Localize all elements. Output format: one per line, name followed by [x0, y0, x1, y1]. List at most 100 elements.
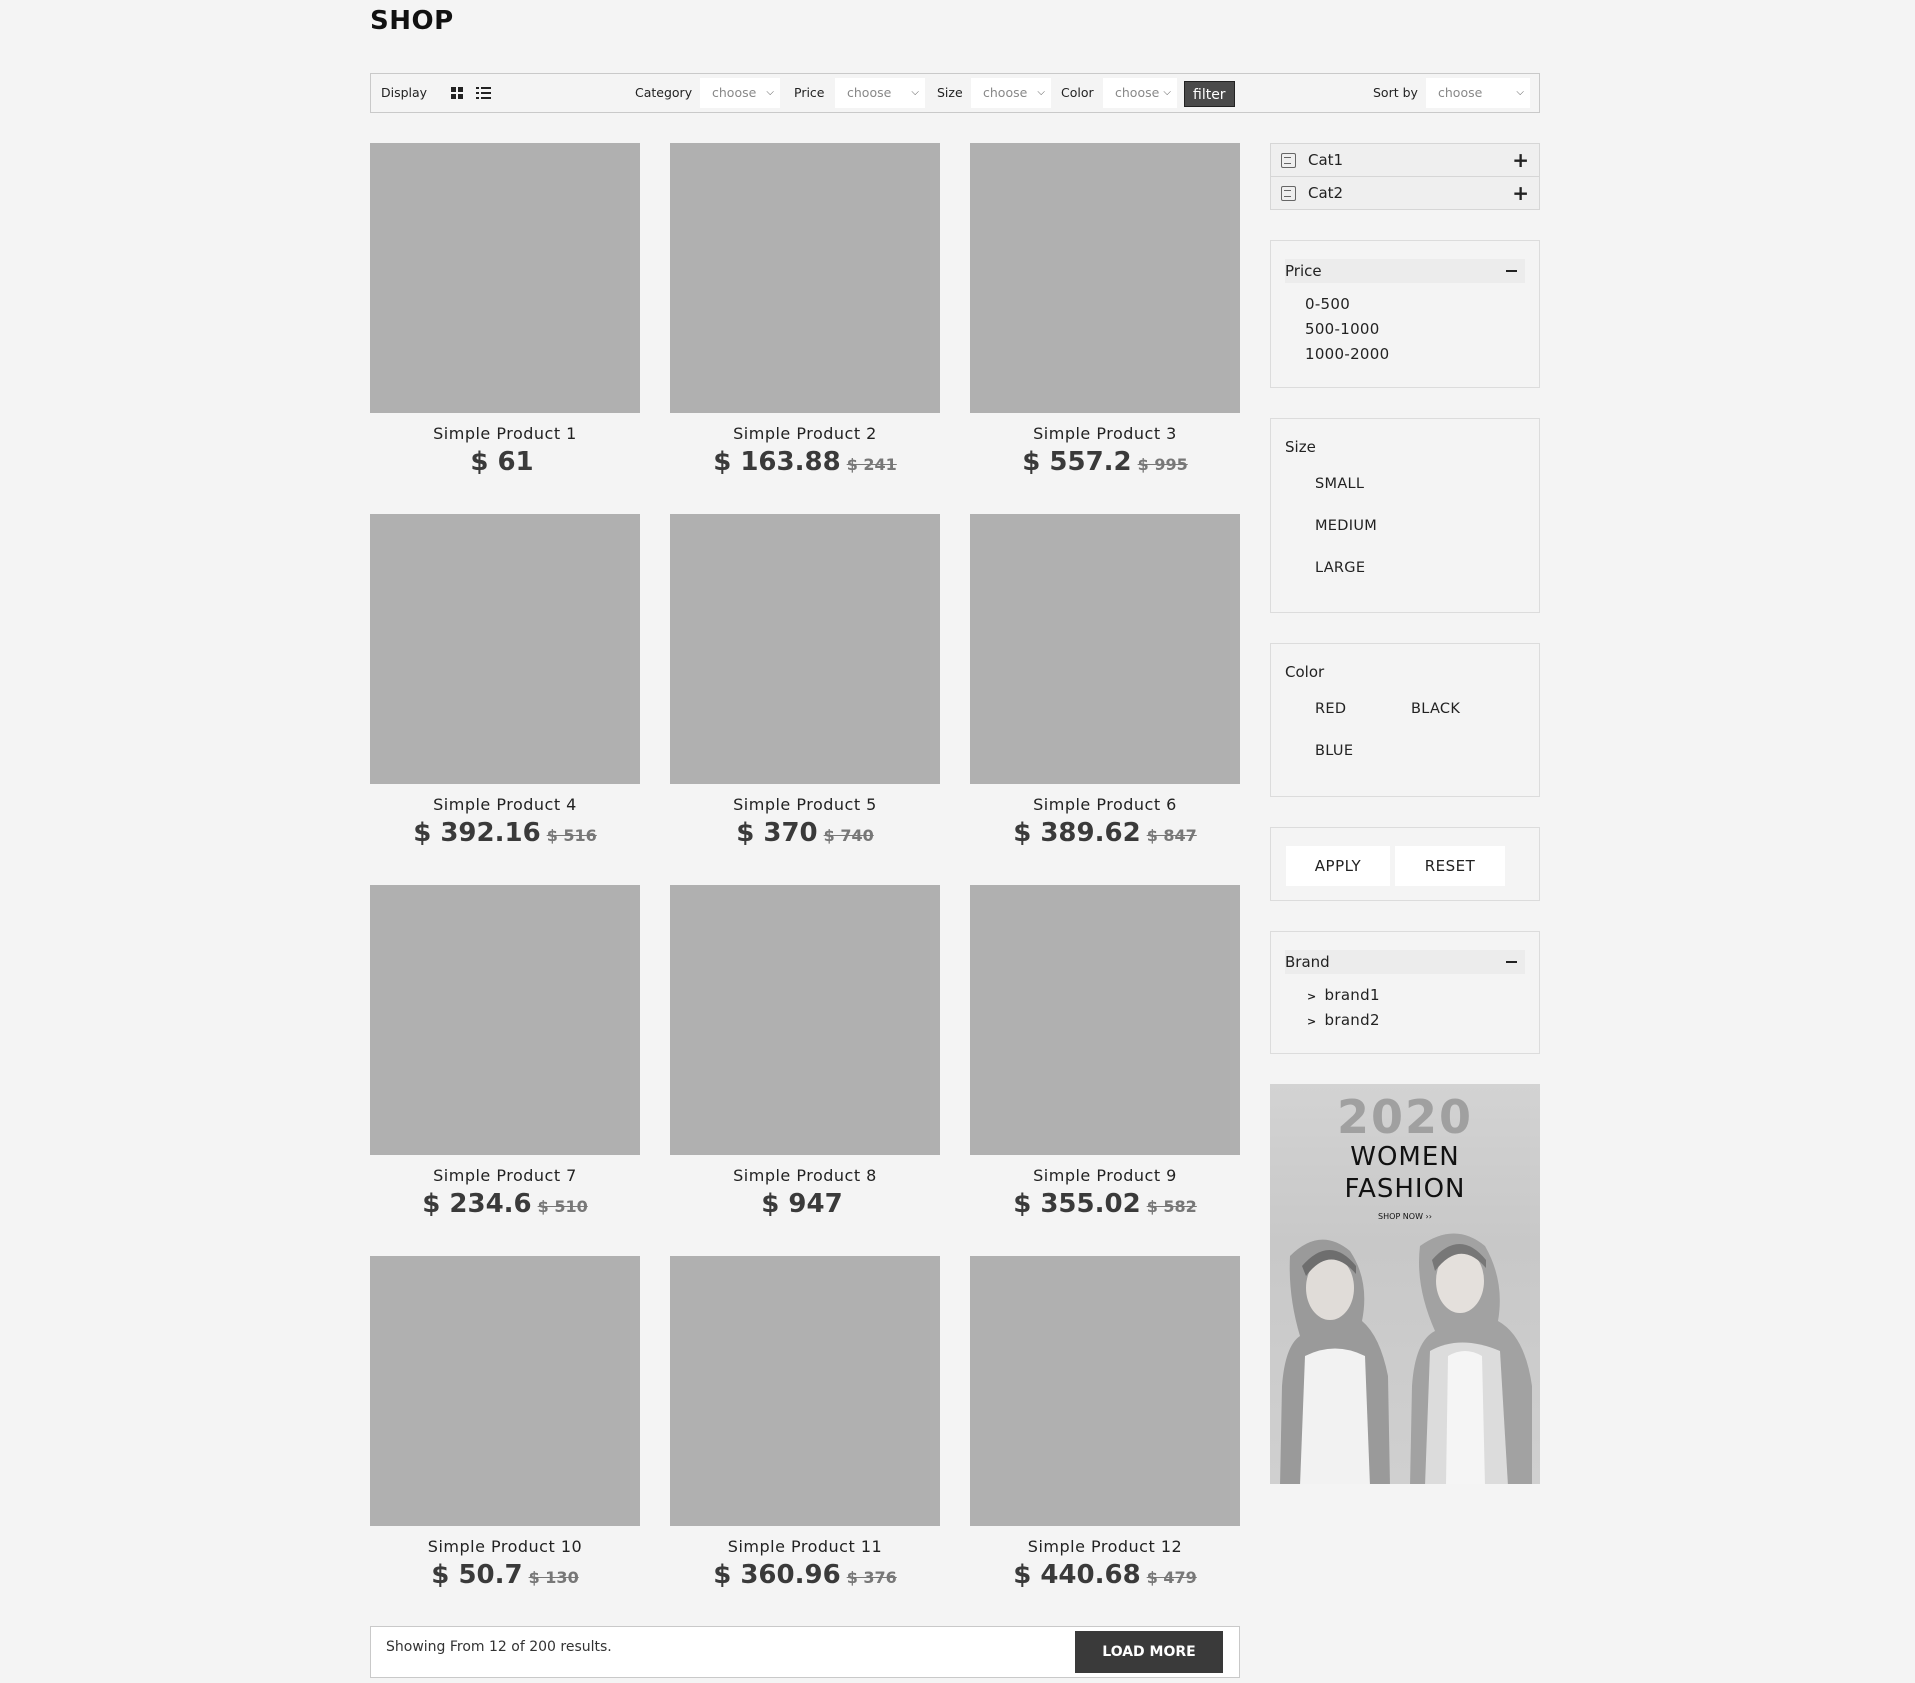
filter-toolbar: Display Category choose ⌵ Price choose ⌵… — [370, 73, 1540, 113]
results-count: Showing From 12 of 200 results. — [386, 1639, 612, 1655]
product-price: $ 50.7 — [431, 1560, 523, 1590]
load-more-button[interactable]: LOAD MORE — [1075, 1631, 1223, 1673]
product-card[interactable]: Simple Product 12 $ 440.68 $ 479 — [970, 1256, 1240, 1590]
sort-by-label: Sort by — [1373, 85, 1418, 100]
category-label: Category — [635, 85, 693, 100]
banner-shop-now-link[interactable]: SHOP NOW ›› — [1270, 1212, 1540, 1221]
product-old-price: $ 847 — [1146, 826, 1197, 845]
color-select[interactable]: choose ⌵ — [1103, 78, 1177, 108]
category-select[interactable]: choose ⌵ — [700, 78, 780, 108]
product-name[interactable]: Simple Product 10 — [370, 1537, 640, 1556]
product-card[interactable]: Simple Product 2 $ 163.88 $ 241 — [670, 143, 940, 477]
product-name[interactable]: Simple Product 8 — [670, 1166, 940, 1185]
apply-button[interactable]: APPLY — [1286, 846, 1390, 886]
product-prices: $ 50.7 $ 130 — [370, 1560, 640, 1590]
brand-filter-header[interactable]: Brand — [1285, 950, 1525, 974]
chevron-right-icon: > — [1307, 1015, 1317, 1028]
product-card[interactable]: Simple Product 4 $ 392.16 $ 516 — [370, 514, 640, 848]
category-icon — [1281, 186, 1296, 201]
product-prices: $ 392.16 $ 516 — [370, 818, 640, 848]
category-icon — [1281, 153, 1296, 168]
product-card[interactable]: Simple Product 8 $ 947 — [670, 885, 940, 1219]
product-card[interactable]: Simple Product 6 $ 389.62 $ 847 — [970, 514, 1240, 848]
expand-plus-icon[interactable]: + — [1512, 177, 1529, 209]
product-image[interactable] — [670, 1256, 940, 1526]
product-name[interactable]: Simple Product 1 — [370, 424, 640, 443]
product-name[interactable]: Simple Product 7 — [370, 1166, 640, 1185]
size-select[interactable]: choose ⌵ — [971, 78, 1051, 108]
product-card[interactable]: Simple Product 11 $ 360.96 $ 376 — [670, 1256, 940, 1590]
color-filter-box: Color RED BLACK BLUE — [1270, 643, 1540, 797]
product-price: $ 557.2 — [1022, 447, 1132, 477]
size-select-value: choose — [983, 85, 1028, 100]
product-card[interactable]: Simple Product 7 $ 234.6 $ 510 — [370, 885, 640, 1219]
product-image[interactable] — [670, 143, 940, 413]
product-image[interactable] — [670, 514, 940, 784]
sort-by-select[interactable]: choose ⌵ — [1426, 78, 1530, 108]
price-select[interactable]: choose ⌵ — [835, 78, 925, 108]
banner-headline-line2: FASHION — [1344, 1174, 1466, 1204]
sidebar-category-cat2[interactable]: Cat2 + — [1270, 176, 1540, 210]
brand-item[interactable]: > brand1 — [1307, 986, 1380, 1004]
brand-item[interactable]: > brand2 — [1307, 1011, 1380, 1029]
sidebar-category-cat1[interactable]: Cat1 + — [1270, 143, 1540, 177]
product-prices: $ 440.68 $ 479 — [970, 1560, 1240, 1590]
product-image[interactable] — [370, 143, 640, 413]
filter-button[interactable]: filter — [1184, 81, 1235, 107]
banner-headline-line1: WOMEN — [1350, 1142, 1460, 1172]
banner-models-image — [1280, 1233, 1532, 1484]
product-prices: $ 360.96 $ 376 — [670, 1560, 940, 1590]
product-image[interactable] — [970, 514, 1240, 784]
product-name[interactable]: Simple Product 3 — [970, 424, 1240, 443]
product-price: $ 392.16 — [413, 818, 541, 848]
product-card[interactable]: Simple Product 5 $ 370 $ 740 — [670, 514, 940, 848]
price-option[interactable]: 1000-2000 — [1305, 345, 1389, 363]
product-card[interactable]: Simple Product 1 $ 61 — [370, 143, 640, 477]
price-option[interactable]: 500-1000 — [1305, 320, 1380, 338]
color-option-blue[interactable]: BLUE — [1315, 743, 1353, 759]
grid-view-icon[interactable] — [451, 87, 464, 100]
size-option[interactable]: SMALL — [1315, 476, 1364, 492]
product-price: $ 360.96 — [713, 1560, 841, 1590]
collapse-minus-icon[interactable] — [1506, 961, 1517, 963]
product-prices: $ 370 $ 740 — [670, 818, 940, 848]
size-filter-title: Size — [1285, 438, 1316, 456]
brand-item-label: brand2 — [1324, 1011, 1380, 1029]
list-view-icon[interactable] — [476, 87, 491, 100]
price-label: Price — [794, 85, 825, 100]
product-name[interactable]: Simple Product 11 — [670, 1537, 940, 1556]
product-card[interactable]: Simple Product 10 $ 50.7 $ 130 — [370, 1256, 640, 1590]
color-label: Color — [1061, 85, 1094, 100]
product-image[interactable] — [970, 885, 1240, 1155]
product-name[interactable]: Simple Product 2 — [670, 424, 940, 443]
product-name[interactable]: Simple Product 12 — [970, 1537, 1240, 1556]
product-image[interactable] — [370, 514, 640, 784]
product-price: $ 440.68 — [1013, 1560, 1141, 1590]
size-option[interactable]: LARGE — [1315, 560, 1365, 576]
product-image[interactable] — [970, 1256, 1240, 1526]
product-name[interactable]: Simple Product 6 — [970, 795, 1240, 814]
expand-plus-icon[interactable]: + — [1512, 144, 1529, 176]
product-image[interactable] — [670, 885, 940, 1155]
product-old-price: $ 241 — [846, 455, 897, 474]
collapse-minus-icon[interactable] — [1506, 270, 1517, 272]
product-name[interactable]: Simple Product 4 — [370, 795, 640, 814]
category-label: Cat1 — [1308, 151, 1344, 169]
results-footer: Showing From 12 of 200 results. LOAD MOR… — [370, 1626, 1240, 1678]
product-card[interactable]: Simple Product 9 $ 355.02 $ 582 — [970, 885, 1240, 1219]
product-old-price: $ 479 — [1146, 1568, 1197, 1587]
product-name[interactable]: Simple Product 9 — [970, 1166, 1240, 1185]
product-image[interactable] — [370, 885, 640, 1155]
product-name[interactable]: Simple Product 5 — [670, 795, 940, 814]
color-option-red[interactable]: RED — [1315, 701, 1346, 717]
price-filter-header[interactable]: Price — [1285, 259, 1525, 283]
price-option[interactable]: 0-500 — [1305, 295, 1350, 313]
size-option[interactable]: MEDIUM — [1315, 518, 1377, 534]
product-image[interactable] — [370, 1256, 640, 1526]
product-card[interactable]: Simple Product 3 $ 557.2 $ 995 — [970, 143, 1240, 477]
color-option-black[interactable]: BLACK — [1411, 701, 1460, 717]
product-price: $ 163.88 — [713, 447, 841, 477]
reset-button[interactable]: RESET — [1395, 846, 1505, 886]
product-image[interactable] — [970, 143, 1240, 413]
promo-banner[interactable]: 2020 WOMEN FASHION SHOP NOW ›› — [1270, 1084, 1540, 1484]
